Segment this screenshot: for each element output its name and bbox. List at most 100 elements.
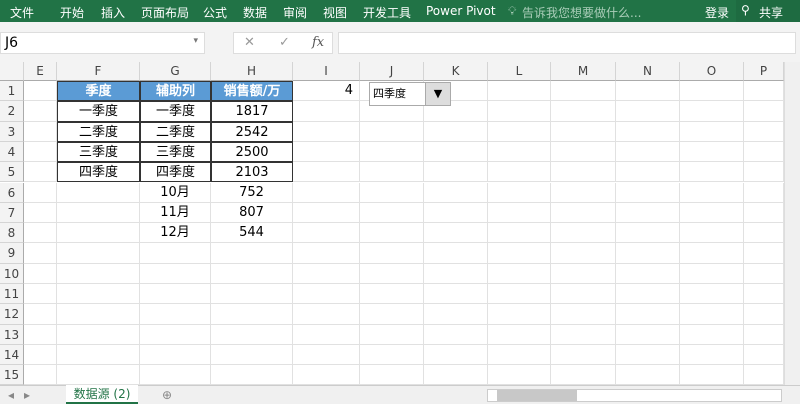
cell[interactable] [744, 202, 784, 224]
cell[interactable] [488, 263, 551, 284]
scroll-thumb[interactable] [497, 390, 577, 401]
cell[interactable] [424, 162, 488, 183]
column-header-F[interactable]: F [57, 62, 140, 81]
table-cell[interactable]: 四季度 [140, 162, 211, 183]
column-header-P[interactable]: P [744, 62, 784, 81]
cell[interactable] [360, 182, 424, 203]
cell[interactable] [360, 202, 424, 224]
row-header-15[interactable]: 15 [0, 365, 24, 386]
cell[interactable] [616, 284, 680, 305]
cell[interactable] [551, 202, 616, 224]
cell[interactable] [211, 344, 293, 366]
tab-power-pivot[interactable]: Power Pivot [426, 4, 496, 18]
cell[interactable] [360, 344, 424, 366]
tab-page-layout[interactable]: 页面布局 [141, 4, 189, 21]
cell[interactable] [24, 202, 57, 224]
cell[interactable] [360, 223, 424, 244]
cell[interactable] [551, 284, 616, 305]
cell[interactable] [424, 324, 488, 345]
table-cell[interactable]: 四季度 [57, 162, 140, 183]
cell[interactable] [293, 162, 360, 183]
cell[interactable] [57, 223, 140, 244]
cell[interactable] [680, 324, 744, 345]
cell[interactable] [424, 182, 488, 203]
cell[interactable] [360, 141, 424, 163]
column-header-N[interactable]: N [616, 62, 680, 81]
table-cell[interactable]: 季度 [57, 81, 140, 102]
cell[interactable] [488, 344, 551, 366]
cell[interactable] [488, 365, 551, 386]
row-header-10[interactable]: 10 [0, 263, 24, 284]
table-cell[interactable]: 二季度 [57, 121, 140, 142]
cell[interactable] [680, 344, 744, 366]
cell[interactable] [424, 121, 488, 142]
cell[interactable] [488, 324, 551, 345]
cell[interactable] [424, 304, 488, 325]
name-box[interactable]: J6 ▾ [0, 32, 205, 54]
column-header-K[interactable]: K [424, 62, 488, 81]
cell[interactable] [24, 324, 57, 345]
enter-icon[interactable]: ✓ [279, 35, 290, 50]
cell[interactable] [140, 324, 211, 345]
tell-me-input[interactable]: 告诉我您想要做什么... [522, 4, 641, 21]
cell[interactable] [488, 141, 551, 163]
cell[interactable] [24, 223, 57, 244]
cell[interactable] [211, 304, 293, 325]
cell[interactable] [140, 243, 211, 264]
table-cell[interactable]: 752 [211, 182, 293, 203]
cell[interactable] [616, 141, 680, 163]
cell[interactable] [424, 365, 488, 386]
cell[interactable] [616, 81, 680, 102]
cell[interactable] [680, 182, 744, 203]
chevron-down-icon[interactable]: ▾ [193, 36, 198, 46]
cell[interactable] [551, 101, 616, 122]
cell[interactable] [680, 365, 744, 386]
cell[interactable] [551, 304, 616, 325]
cell[interactable] [293, 202, 360, 224]
cell[interactable] [488, 101, 551, 122]
cell[interactable] [424, 223, 488, 244]
cell[interactable] [616, 101, 680, 122]
cell[interactable] [551, 243, 616, 264]
cell[interactable] [293, 182, 360, 203]
cell[interactable] [744, 101, 784, 122]
cell[interactable] [57, 202, 140, 224]
cell[interactable] [293, 324, 360, 345]
cell[interactable] [551, 162, 616, 183]
cell[interactable] [360, 121, 424, 142]
cell[interactable] [744, 304, 784, 325]
table-cell[interactable]: 2103 [211, 162, 293, 183]
cell[interactable] [57, 182, 140, 203]
table-cell[interactable]: 11月 [140, 202, 211, 224]
cell[interactable] [57, 324, 140, 345]
cell[interactable] [616, 182, 680, 203]
cell[interactable] [744, 284, 784, 305]
cell[interactable] [680, 284, 744, 305]
cell[interactable] [24, 365, 57, 386]
cell[interactable] [488, 162, 551, 183]
table-cell[interactable]: 一季度 [140, 101, 211, 122]
cell[interactable] [140, 365, 211, 386]
cell[interactable] [551, 223, 616, 244]
cell[interactable] [293, 243, 360, 264]
cell[interactable] [551, 121, 616, 142]
quarter-dropdown[interactable]: 四季度 ▼ [369, 82, 451, 106]
row-header-14[interactable]: 14 [0, 344, 24, 366]
row-header-7[interactable]: 7 [0, 202, 24, 224]
cell[interactable] [57, 304, 140, 325]
vertical-scrollbar[interactable] [784, 62, 800, 385]
row-header-3[interactable]: 3 [0, 121, 24, 142]
cell[interactable] [680, 81, 744, 102]
cell[interactable] [744, 162, 784, 183]
select-all-corner[interactable] [0, 62, 24, 81]
cell[interactable] [24, 263, 57, 284]
cell[interactable] [744, 121, 784, 142]
cell[interactable] [488, 202, 551, 224]
cell[interactable] [424, 344, 488, 366]
tab-developer[interactable]: 开发工具 [363, 4, 411, 21]
cell[interactable] [680, 202, 744, 224]
cell[interactable] [57, 263, 140, 284]
dropdown-arrow-icon[interactable]: ▼ [425, 83, 450, 105]
cell[interactable] [744, 344, 784, 366]
cell[interactable] [293, 223, 360, 244]
